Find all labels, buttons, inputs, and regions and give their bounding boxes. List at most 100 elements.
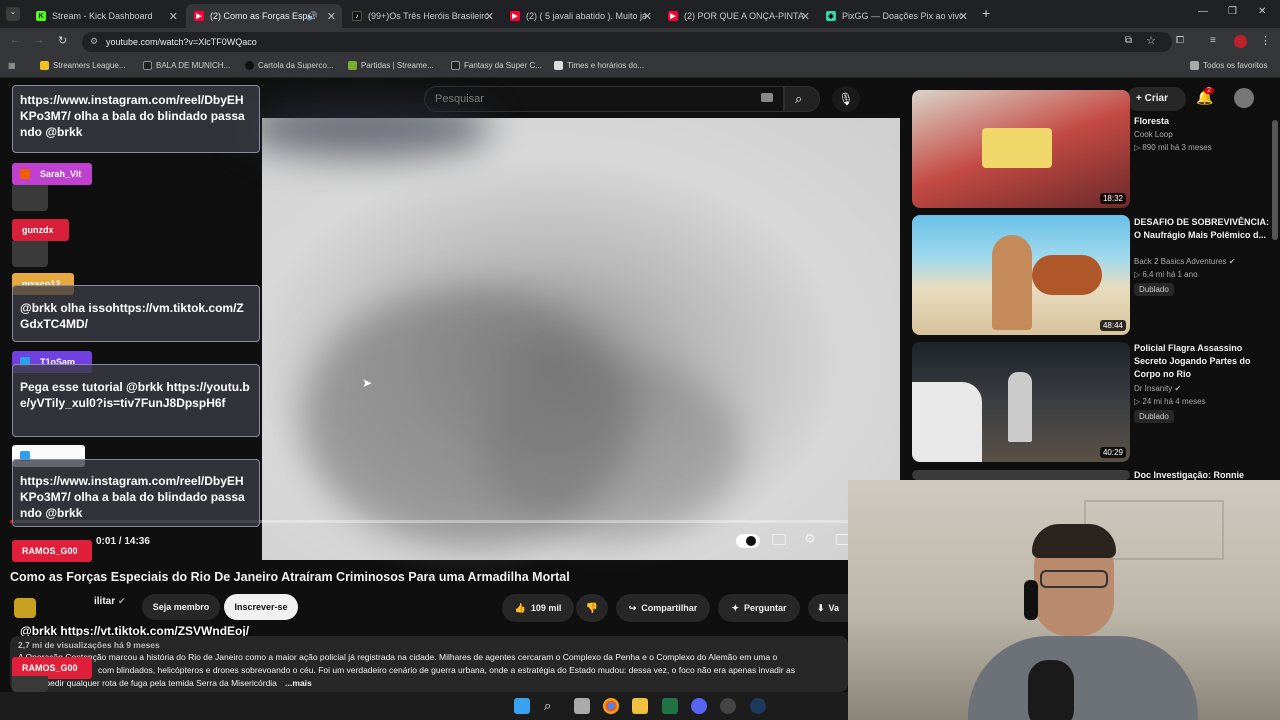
apps-icon[interactable]: ▦	[8, 61, 16, 70]
download-icon: ⬇	[816, 602, 825, 613]
recommendation-thumbnail[interactable]: 40:29	[912, 342, 1130, 462]
description-line-2: com blindados, helicópteros e drones sob…	[98, 665, 795, 675]
subtitles-icon[interactable]	[772, 534, 786, 545]
bookmark-partidas[interactable]: Partidas | Streame...	[348, 61, 434, 70]
site-info-icon[interactable]: ⚙	[90, 36, 98, 47]
search-input[interactable]: Pesquisar	[424, 86, 784, 112]
bookmark-cartola[interactable]: Cartola da Superco...	[245, 61, 334, 70]
recommendation-thumbnail[interactable]: 18:32	[912, 90, 1130, 208]
butter-block	[982, 128, 1052, 168]
chat-message: https://www.instagram.com/reel/DbyEHKPo3…	[12, 85, 260, 153]
bookmarks-bar: ▦ Streamers League... BALA DE MUNICH... …	[0, 56, 1280, 78]
search-button[interactable]: ⌕	[784, 86, 820, 112]
close-window-button[interactable]: ✕	[1258, 6, 1266, 17]
tab-youtube-active[interactable]: ▶ (2) Como as Forças Especia 🔊 ✕	[186, 4, 342, 28]
close-icon[interactable]: ✕	[327, 10, 336, 23]
address-bar[interactable]: ⚙ youtube.com/watch?v=XlcTF0WQaco ⧉ ☆	[82, 32, 1172, 52]
scrollbar[interactable]	[1272, 120, 1278, 240]
discord-icon[interactable]	[691, 698, 707, 714]
recommendation-title[interactable]: DESAFIO DE SOBREVIVÊNCIA: O Naufrágio Ma…	[1134, 216, 1274, 242]
speaker-icon[interactable]: 🔊	[307, 11, 318, 22]
autoplay-toggle[interactable]	[736, 534, 760, 548]
dubbed-badge: Dublado	[1134, 283, 1174, 296]
voice-search-button[interactable]: 🎙	[832, 86, 860, 112]
search-icon[interactable]: ⌕	[544, 698, 560, 714]
video-duration: 48:44	[1099, 320, 1126, 331]
create-button[interactable]: + Criar	[1126, 87, 1186, 111]
subscribe-button[interactable]: Inscrever-se	[224, 594, 298, 620]
video-player[interactable]	[242, 98, 900, 560]
steam-icon[interactable]	[750, 698, 766, 714]
recommendation-title[interactable]: Policial Flagra Assassino Secreto Jogand…	[1134, 342, 1274, 381]
bookmark-icon	[348, 61, 357, 70]
recommendation-thumbnail[interactable]: 48:44	[912, 215, 1130, 335]
tab-search-button[interactable]: ⌄	[6, 7, 20, 21]
restore-button[interactable]: ❐	[1228, 6, 1237, 17]
extensions-icon[interactable]: ⧠	[1176, 35, 1184, 46]
close-icon[interactable]: ✕	[485, 10, 494, 23]
microphone	[1028, 660, 1074, 720]
obs-icon[interactable]	[720, 698, 736, 714]
recommendation-channel[interactable]: Back 2 Basics Adventures ✔	[1134, 257, 1235, 266]
file-explorer-icon[interactable]	[632, 698, 648, 714]
ask-button[interactable]: ✦ Perguntar	[718, 594, 800, 622]
recommendation-channel[interactable]: Dr Insanity ✔	[1134, 384, 1181, 393]
reload-icon[interactable]: ↻	[58, 34, 67, 47]
folder-icon	[1190, 61, 1199, 70]
bookmark-fantasy[interactable]: Fantasy da Super C...	[451, 61, 542, 70]
chat-message-text: Pega esse tutorial @brkk https://youtu.b…	[20, 380, 250, 410]
join-button[interactable]: Seja membro	[142, 594, 220, 620]
bookmark-times-horarios[interactable]: Times e horários do...	[554, 61, 644, 70]
bookmark-icon	[143, 61, 152, 70]
close-icon[interactable]: ✕	[169, 10, 178, 23]
close-icon[interactable]: ✕	[959, 10, 968, 23]
tab-youtube-onca[interactable]: ▶ (2) POR QUE A ONÇA-PINTADA ✕	[660, 4, 816, 28]
like-button[interactable]: 👍 109 mil	[502, 594, 574, 622]
autoplay-knob	[746, 536, 756, 546]
recommendation-title[interactable]: Floresta	[1134, 115, 1274, 128]
profile-avatar[interactable]	[1234, 35, 1247, 48]
tab-pixgg[interactable]: ◆ PixGG — Doações Pix ao vivo p ✕	[818, 4, 974, 28]
settings-icon[interactable]: ⚙	[804, 531, 816, 547]
new-tab-button[interactable]: +	[982, 5, 990, 21]
person-figure	[1008, 372, 1032, 442]
recommendation-thumbnail[interactable]	[912, 470, 1130, 480]
share-button[interactable]: ↪ Compartilhar	[616, 594, 710, 622]
close-icon[interactable]: ✕	[801, 10, 810, 23]
account-avatar[interactable]	[1234, 88, 1254, 108]
forward-icon[interactable]: →	[34, 35, 44, 46]
back-icon[interactable]: ←	[10, 35, 20, 46]
description-line-3: mas impedir qualquer rota de fuga pela t…	[18, 678, 312, 688]
dislike-button[interactable]: 👎	[576, 594, 608, 622]
bookmark-star-icon[interactable]: ☆	[1146, 34, 1156, 47]
youtube-icon: ▶	[668, 11, 678, 21]
download-button[interactable]: ⬇ Va	[808, 594, 848, 622]
thumbs-up-icon: 👍	[514, 602, 526, 613]
glasses	[1040, 570, 1108, 588]
chrome-icon[interactable]	[603, 698, 619, 714]
bookmark-all-folder[interactable]: Todos os favoritos	[1190, 61, 1267, 70]
minimize-button[interactable]: —	[1198, 6, 1208, 17]
microphone-icon: 🎙	[838, 92, 854, 106]
close-icon[interactable]: ✕	[643, 10, 652, 23]
tab-tiktok[interactable]: ♪ (99+)Os Três Heróis Brasileiros ✕	[344, 4, 500, 28]
tab-youtube-javali[interactable]: ▶ (2) ( 5 javali abatido ). Muito jav ✕	[502, 4, 658, 28]
webcam-overlay	[848, 480, 1280, 720]
notification-badge: 2	[1204, 87, 1214, 94]
video-frame-content	[482, 358, 742, 538]
menu-icon[interactable]: ⋮	[1260, 34, 1271, 47]
cast-icon[interactable]: ⧉	[1125, 35, 1132, 46]
bookmark-bala-de-munich[interactable]: BALA DE MUNICH...	[143, 61, 230, 70]
windows-start-icon[interactable]	[514, 698, 530, 714]
recommendation-channel[interactable]: Cook Loop	[1134, 130, 1173, 139]
task-view-icon[interactable]	[574, 698, 590, 714]
channel-name[interactable]: ilitar	[94, 596, 115, 607]
tab-kick[interactable]: K Stream - Kick Dashboard ✕	[28, 4, 184, 28]
media-icon[interactable]: ≡	[1210, 35, 1216, 46]
channel-avatar[interactable]	[14, 598, 36, 618]
notifications-button[interactable]: 🔔 2	[1196, 87, 1214, 106]
keyboard-icon[interactable]	[761, 93, 773, 102]
more-link[interactable]: ...mais	[285, 678, 311, 688]
excel-icon[interactable]	[662, 698, 678, 714]
bookmark-streamers-league[interactable]: Streamers League...	[40, 61, 125, 70]
